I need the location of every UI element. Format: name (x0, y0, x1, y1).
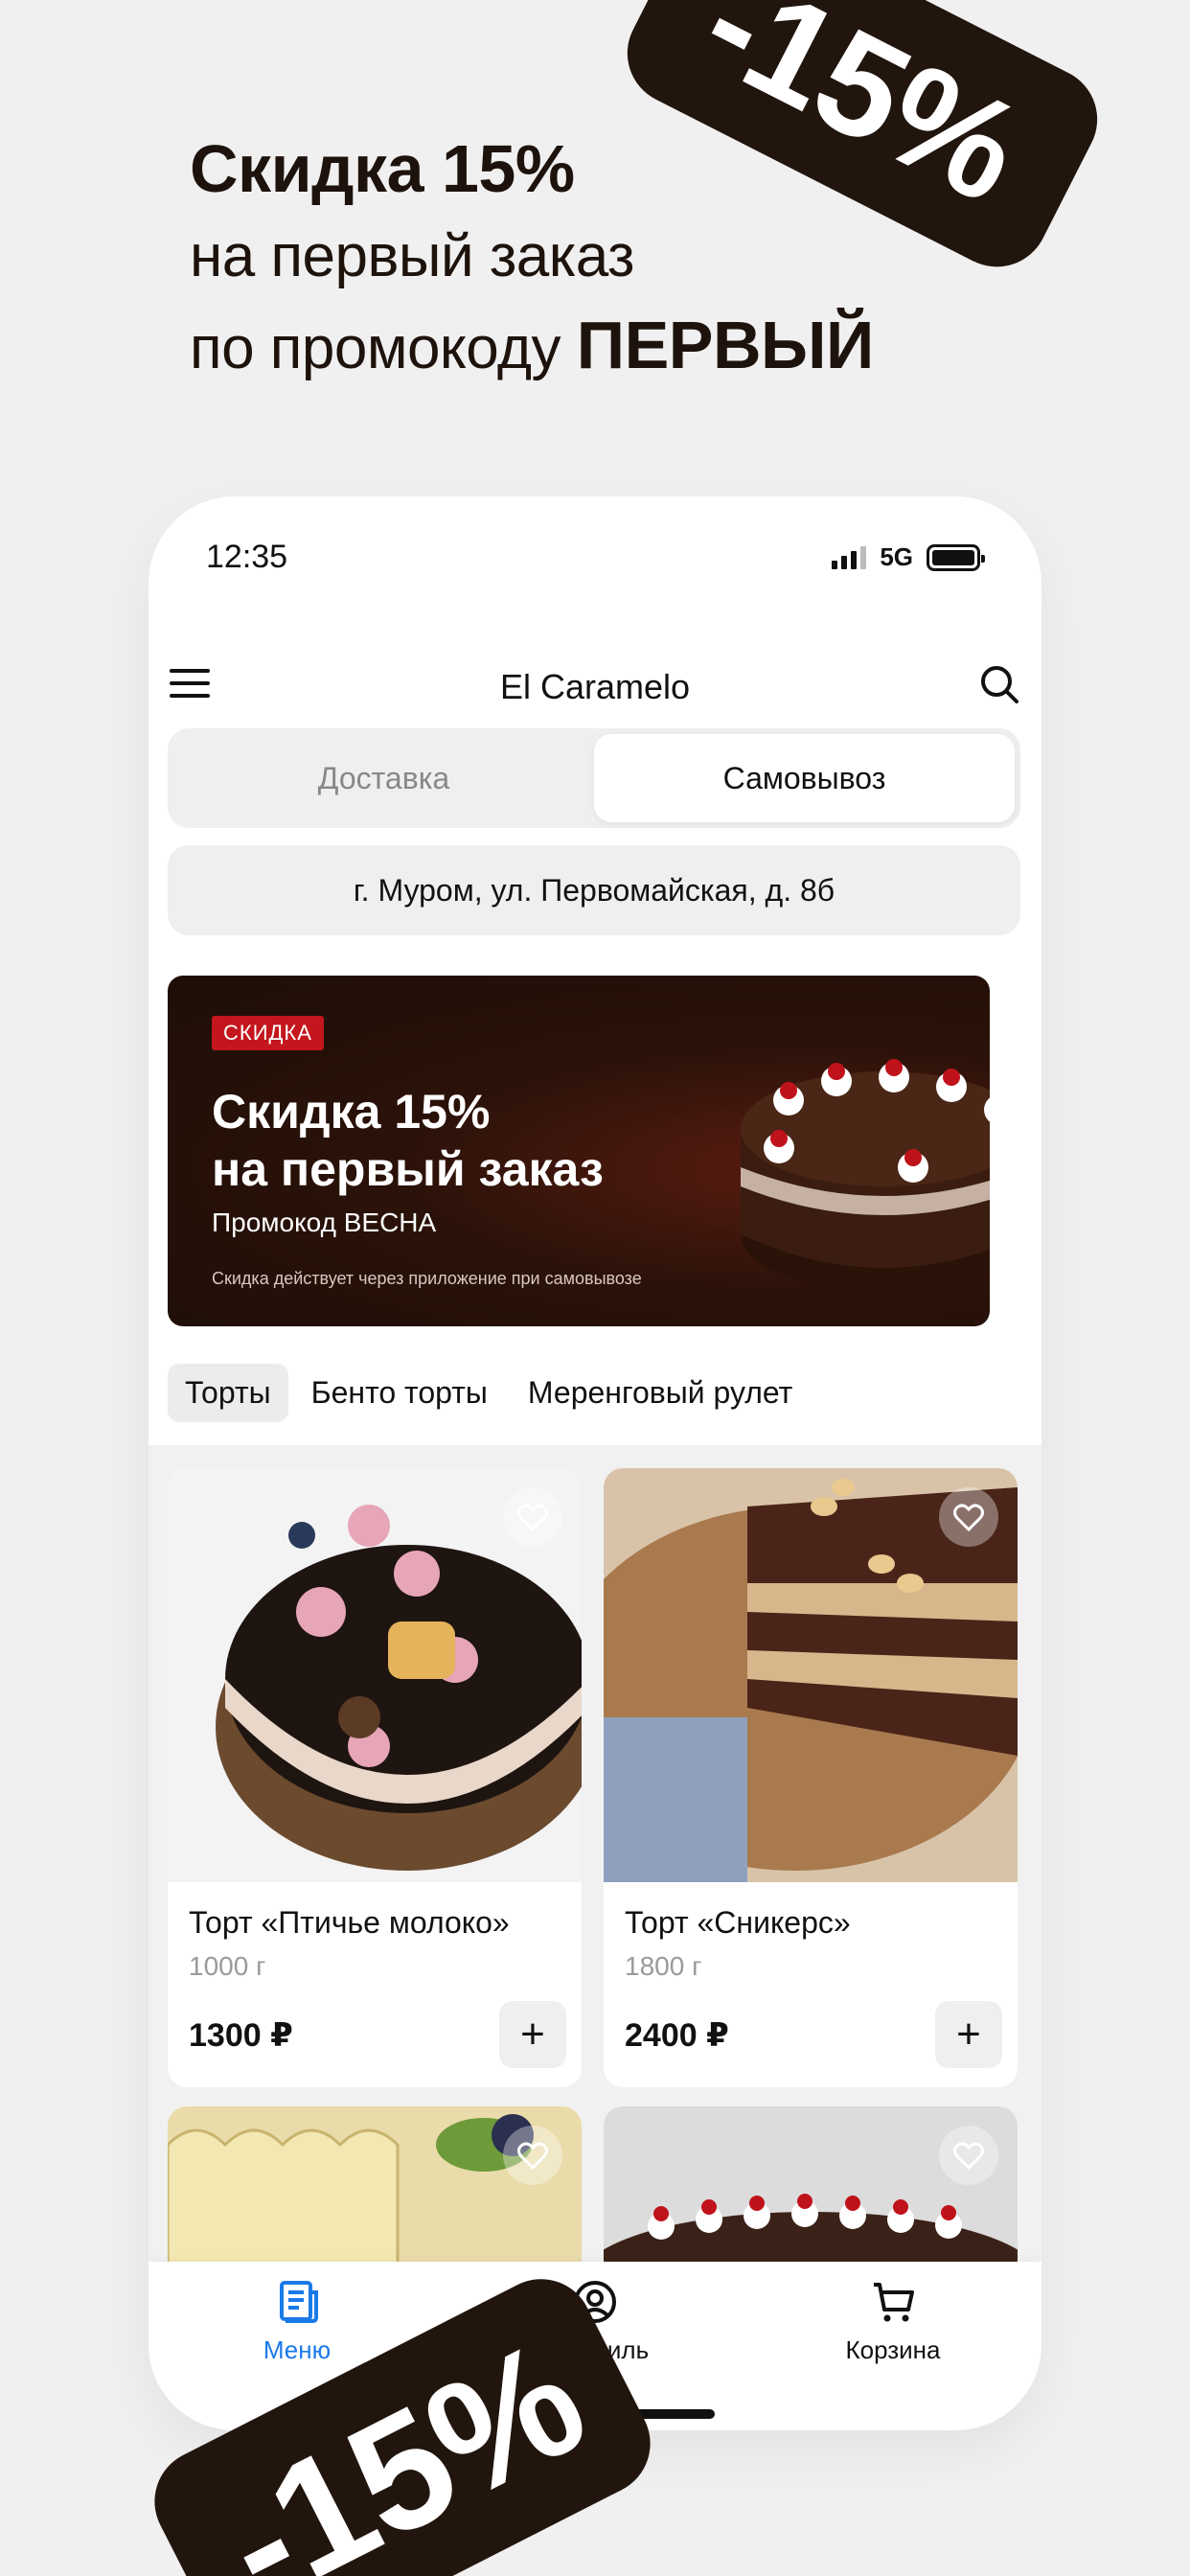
app-bar: El Caramelo (149, 640, 1041, 736)
banner-promo-code: Промокод ВЕСНА (212, 1208, 437, 1237)
product-weight: 1800 г (625, 1951, 702, 1981)
nav-cart[interactable]: Корзина (797, 2279, 989, 2365)
product-card[interactable] (168, 2106, 582, 2279)
status-time: 12:35 (206, 539, 288, 575)
category-tab-meringue[interactable]: Меренговый рулет (511, 1364, 810, 1422)
product-image (168, 1468, 582, 1882)
product-name: Торт «Птичье молоко» (189, 1905, 510, 1940)
search-icon[interactable] (978, 663, 1020, 705)
product-card[interactable]: Торт «Птичье молоко» 1000 г 1300 ₽ + (168, 1468, 582, 2087)
heart-icon (517, 2142, 548, 2170)
plus-icon: + (956, 2011, 981, 2058)
promo-banner[interactable]: СКИДКА Скидка 15% на первый заказ Промок… (168, 976, 990, 1326)
banner-title-line-2: на первый заказ (212, 1142, 604, 1196)
menu-list-icon (280, 2281, 318, 2323)
add-to-cart-button[interactable]: + (935, 2001, 1002, 2068)
cart-icon (874, 2283, 914, 2322)
nav-cart-label: Корзина (845, 2335, 941, 2364)
add-to-cart-button[interactable]: + (499, 2001, 566, 2068)
signal-icon (832, 545, 867, 569)
product-card[interactable] (604, 2106, 1018, 2279)
product-price: 2400 ₽ (625, 2017, 729, 2054)
banner-title-line-1: Скидка 15% (212, 1085, 491, 1138)
status-icons: 5G (832, 542, 985, 572)
promo-code: ПЕРВЫЙ (576, 308, 875, 382)
nav-menu-label: Меню (263, 2335, 332, 2364)
app-title: El Caramelo (499, 667, 691, 706)
promo-headline: Скидка 15% на первый заказ по промокоду … (190, 125, 874, 393)
banner-title: Скидка 15% на первый заказ (212, 1083, 604, 1198)
pickup-address[interactable]: г. Муром, ул. Первомайская, д. 8б (168, 845, 1020, 935)
favorite-button[interactable] (939, 2126, 998, 2185)
tab-pickup[interactable]: Самовывоз (594, 734, 1015, 822)
banner-note: Скидка действует через приложение при са… (212, 1269, 642, 1288)
product-name: Торт «Сникерс» (625, 1905, 851, 1940)
product-image (604, 1468, 1018, 1882)
banner-badge: СКИДКА (212, 1016, 324, 1050)
promo-line-3-prefix: по промокоду (190, 315, 577, 381)
product-image (168, 2106, 582, 2279)
favorite-button[interactable] (503, 1487, 562, 1547)
product-image (604, 2106, 1018, 2279)
network-label: 5G (880, 542, 913, 571)
plus-icon: + (520, 2011, 545, 2058)
product-weight: 1000 г (189, 1951, 266, 1981)
heart-icon (517, 1504, 548, 1531)
product-price: 1300 ₽ (189, 2017, 293, 2054)
nav-menu[interactable]: Меню (201, 2279, 393, 2365)
heart-icon (953, 1504, 984, 1531)
tab-delivery[interactable]: Доставка (173, 734, 594, 822)
favorite-button[interactable] (939, 1487, 998, 1547)
cake-image (741, 1059, 990, 1292)
category-tab-cakes[interactable]: Торты (168, 1363, 288, 1422)
heart-icon (953, 2142, 984, 2170)
product-card[interactable]: Торт «Сникерс» 1800 г 2400 ₽ + (604, 1468, 1018, 2087)
category-tab-bento[interactable]: Бенто торты (294, 1364, 505, 1422)
status-bar: 12:35 5G (149, 496, 1041, 621)
category-tabs: Торты Бенто торты Меренговый рулет (168, 1359, 810, 1426)
phone-frame: 12:35 5G El Caramelo Доставка Самовывоз … (149, 496, 1041, 2430)
battery-icon (927, 543, 985, 571)
promo-line-3: по промокоду ПЕРВЫЙ (190, 301, 874, 393)
favorite-button[interactable] (503, 2126, 562, 2185)
promo-line-2: на первый заказ (190, 223, 634, 289)
mode-switch: Доставка Самовывоз (168, 728, 1020, 828)
